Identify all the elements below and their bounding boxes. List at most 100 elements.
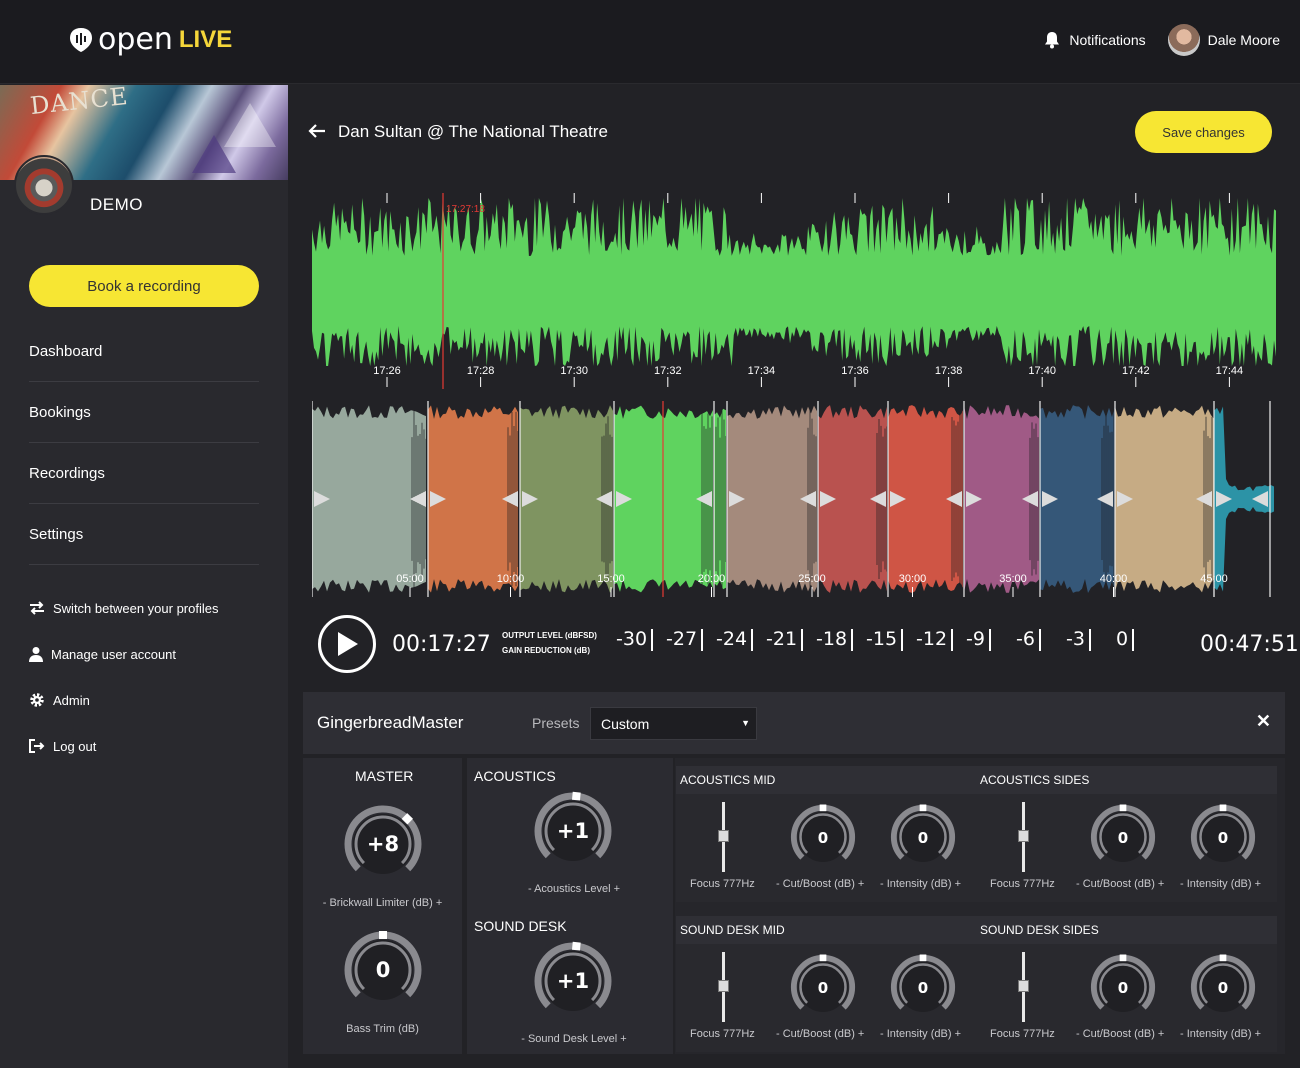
level-scale-label: -30 [616,628,648,650]
cut-boost-knob[interactable]: 0 [1088,952,1158,1022]
effect-chain-name: GingerbreadMaster [317,713,464,732]
sound-desk-level-label: - Sound Desk Level + [521,1033,627,1045]
level-scale-bar [701,628,704,651]
knob-value: 0 [818,829,828,847]
focus-frequency-fader[interactable] [1018,952,1029,1022]
intensity-label: - Intensity (dB) + [880,878,962,890]
cut-boost-label: - Cut/Boost (dB) + [776,878,865,890]
play-button[interactable] [318,615,376,673]
level-scale-bar [951,628,954,651]
page-header: Dan Sultan @ The National Theatre Save c… [288,85,1300,180]
focus-frequency-label: Focus 777Hz [690,1028,755,1040]
brickwall-limiter-knob[interactable]: +8 [341,802,425,886]
logo-text-open: open [98,22,173,57]
knob-indicator [819,954,827,962]
level-scale-tick: -12 [916,628,954,651]
level-scale-label: -21 [766,628,798,650]
book-recording-button[interactable]: Book a recording [29,265,259,307]
focus-frequency-fader[interactable] [718,802,729,872]
intensity-knob[interactable]: 0 [888,802,958,872]
cut-boost-label: - Cut/Boost (dB) + [776,1028,865,1040]
segment-time-label: 20:00 [698,573,726,585]
level-scale-bar [751,628,754,651]
notifications-label: Notifications [1069,32,1146,48]
fader-thumb[interactable] [718,980,729,992]
focus-frequency-label: Focus 777Hz [690,878,755,890]
cut-boost-knob[interactable]: 0 [1088,802,1158,872]
main-content: Dan Sultan @ The National Theatre Save c… [288,85,1300,1068]
level-scale-bar [801,628,804,651]
total-time: 00:47:51 [1200,632,1299,657]
intensity-knob[interactable]: 0 [1188,952,1258,1022]
fader-thumb[interactable] [1018,980,1029,992]
knob-indicator [379,931,387,939]
brickwall-limiter-label: - Brickwall Limiter (dB) + [322,897,443,909]
master-panel: MASTER +8 - Brickwall Limiter (dB) + 0 B… [303,758,462,1054]
admin-link[interactable]: Admin [29,677,269,723]
cut-boost-knob[interactable]: 0 [788,952,858,1022]
level-scale-bar [851,628,854,651]
sidebar-item-recordings[interactable]: Recordings [29,443,259,504]
top-bar: open LIVE Notifications Dale Moore [0,0,1300,84]
effects-toolbar: GingerbreadMaster Presets Custom ▼ ✕ [303,692,1285,754]
notifications-link[interactable]: Notifications [1043,31,1146,49]
sidebar-item-settings[interactable]: Settings [29,504,259,565]
overview-tick-label: 17:28 [467,365,495,377]
level-scale-tick: -21 [766,628,804,651]
intensity-knob[interactable]: 0 [888,952,958,1022]
acoustics-level-knob[interactable]: +1 [531,789,615,873]
user-avatar [1167,24,1200,56]
sound-desk-level-knob[interactable]: +1 [531,939,615,1023]
user-menu[interactable]: Dale Moore [1167,24,1280,56]
level-scale-label: -3 [1066,628,1085,650]
level-scale-bar [988,628,991,651]
bass-trim-knob[interactable]: 0 [341,928,425,1012]
master-title: MASTER [355,768,414,784]
level-scale-label: -18 [816,628,848,650]
focus-frequency-label: Focus 777Hz [990,878,1055,890]
knob-indicator [1119,804,1127,812]
knob-value: 0 [918,829,928,847]
eq-section-title: SOUND DESK SIDES [976,916,1277,944]
overview-waveform[interactable]: 17:26 17:28 17:30 17:32 17:34 17:36 17:38 17:40… [312,191,1276,391]
level-scale-label: -9 [966,628,985,650]
presets-select[interactable]: Custom ▼ [590,707,757,740]
sidebar-nav: Dashboard Bookings Recordings Settings [29,321,259,565]
level-meter-scale: -30 -27 -24 -21 -18 -15 -12 -9 -6 -3 0 [616,628,1176,658]
focus-frequency-fader[interactable] [718,952,729,1022]
profile-name: DEMO [90,195,143,214]
openlive-logo[interactable]: open LIVE [68,22,232,57]
knob-indicator [919,804,927,812]
presets-selected-value: Custom [601,715,650,732]
intensity-knob[interactable]: 0 [1188,802,1258,872]
segments-waveform[interactable]: 05:00 10:00 15:00 20:00 25:00 30:00 35:00 40:00… [312,399,1276,599]
sound-desk-title: SOUND DESK [474,918,567,934]
cut-boost-knob[interactable]: 0 [788,802,858,872]
logout-link[interactable]: Log out [29,723,269,769]
knob-indicator [1119,954,1127,962]
knob-value: 0 [1118,829,1128,847]
level-scale-tick: -6 [1016,628,1041,651]
manage-account-link[interactable]: Manage user account [29,631,269,677]
logo-text-live: LIVE [178,25,233,53]
eq-panel: ACOUSTICS MID Focus 777Hz 0 - Cut/Boost (dB… [675,758,1285,1054]
sidebar: DANCE DEMO Book a recording Dashboard Bo… [0,85,288,1068]
sidebar-item-bookings[interactable]: Bookings [29,382,259,443]
intensity-label: - Intensity (dB) + [1180,878,1262,890]
save-changes-button[interactable]: Save changes [1135,111,1272,153]
playhead-time-label: 17:27:18 [446,204,485,215]
fader-thumb[interactable] [1018,830,1029,842]
fader-thumb[interactable] [718,830,729,842]
overview-tick-label: 17:32 [654,365,682,377]
overview-tick-label: 17:36 [841,365,869,377]
segment-time-label: 30:00 [899,573,927,585]
close-icon[interactable]: ✕ [1256,711,1271,732]
level-scale-label: -24 [716,628,748,650]
eq-section: ACOUSTICS MID Focus 777Hz 0 - Cut/Boost (dB… [676,766,977,902]
sidebar-item-dashboard[interactable]: Dashboard [29,321,259,382]
segment-time-label: 15:00 [597,573,625,585]
level-scale-label: -27 [666,628,698,650]
switch-profiles-link[interactable]: Switch between your profiles [29,585,269,631]
focus-frequency-fader[interactable] [1018,802,1029,872]
back-arrow-icon[interactable] [308,123,326,139]
